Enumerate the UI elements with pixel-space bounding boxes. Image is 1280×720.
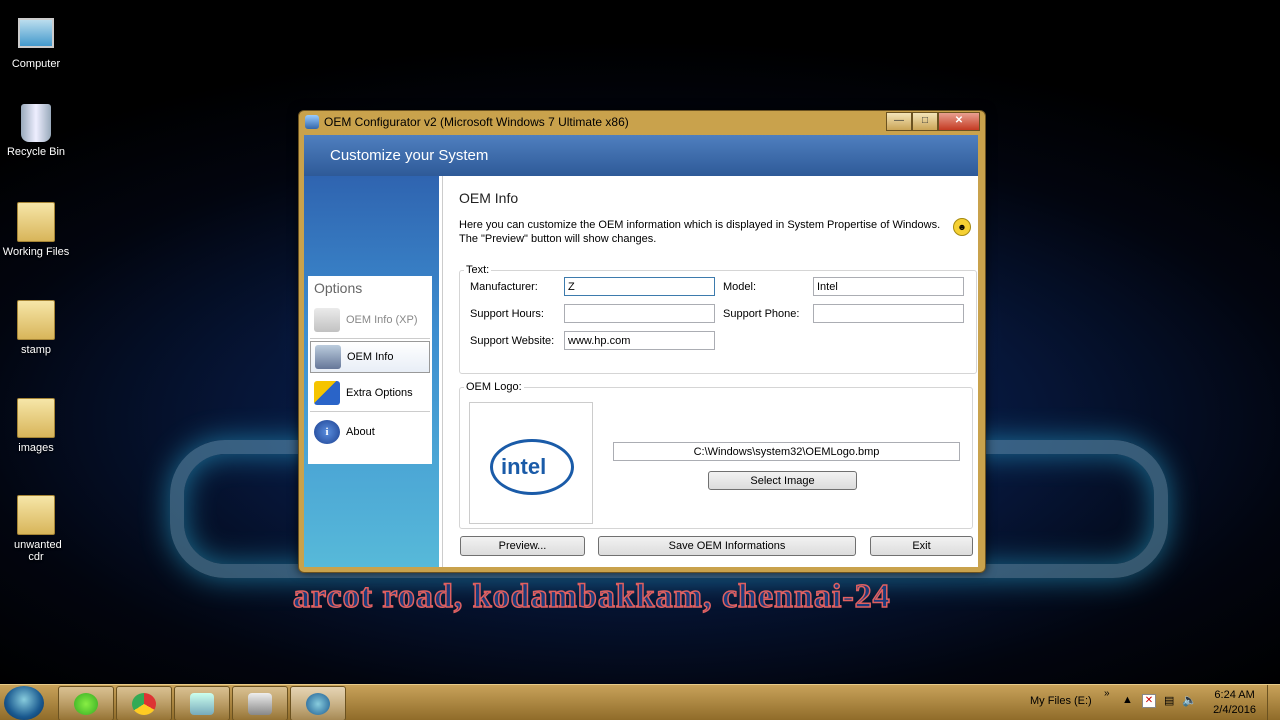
window-client: Customize your System Options OEM Info (… bbox=[304, 135, 978, 567]
maximize-button[interactable]: □ bbox=[912, 112, 938, 131]
explorer-icon bbox=[190, 693, 214, 715]
desktop-icon-unwanted-cdr[interactable]: unwanted cdr bbox=[0, 495, 72, 563]
blocks-icon bbox=[314, 381, 340, 405]
folder-icon bbox=[17, 202, 55, 242]
support-website-label: Support Website: bbox=[470, 335, 555, 347]
desktop-icon-stamp[interactable]: stamp bbox=[0, 300, 72, 356]
cdr-app-icon bbox=[74, 693, 98, 715]
manufacturer-input[interactable]: Z bbox=[564, 277, 715, 296]
description: Here you can customize the OEM informati… bbox=[459, 218, 959, 246]
show-hidden-icons-icon[interactable]: ▲ bbox=[1122, 694, 1133, 706]
option-label: About bbox=[346, 426, 375, 438]
folder-icon bbox=[17, 398, 55, 438]
model-label: Model: bbox=[723, 281, 757, 293]
camera-app-icon bbox=[248, 693, 272, 715]
wallpaper-caption: arcot road, kodambakkam, chennai-24 bbox=[292, 577, 891, 616]
option-oem-info[interactable]: OEM Info bbox=[310, 341, 430, 373]
option-about[interactable]: i About bbox=[310, 414, 430, 450]
description-line: Here you can customize the OEM informati… bbox=[459, 219, 941, 231]
option-label: Extra Options bbox=[346, 387, 413, 399]
desktop-icon-label: stamp bbox=[21, 344, 51, 356]
taskbar-item-camera[interactable] bbox=[232, 686, 288, 720]
taskbar: My Files (E:) » ▲ ✕ ▤ 🔈 6:24 AM 2/4/2016 bbox=[0, 684, 1280, 720]
desktop-icon-computer[interactable]: Computer bbox=[0, 14, 72, 70]
support-hours-label: Support Hours: bbox=[470, 308, 544, 320]
support-phone-label: Support Phone: bbox=[723, 308, 800, 320]
intel-logo-image: intel bbox=[490, 439, 574, 495]
select-image-button[interactable]: Select Image bbox=[708, 471, 857, 490]
desktop-icon-label: Recycle Bin bbox=[6, 146, 66, 158]
model-input[interactable]: Intel bbox=[813, 277, 964, 296]
support-website-input[interactable]: www.hp.com bbox=[564, 331, 715, 350]
clock-time: 6:24 AM bbox=[1214, 689, 1255, 701]
monitor-icon bbox=[315, 345, 341, 369]
option-extra-options[interactable]: Extra Options bbox=[310, 375, 430, 412]
info-icon: i bbox=[314, 420, 340, 444]
logo-preview: intel bbox=[469, 402, 593, 524]
taskbar-item-cdr[interactable] bbox=[58, 686, 114, 720]
preview-button[interactable]: Preview... bbox=[460, 536, 585, 556]
window-controls: — □ ✕ bbox=[886, 112, 980, 131]
volume-icon[interactable]: 🔈 bbox=[1182, 693, 1197, 707]
title-bar[interactable]: OEM Configurator v2 (Microsoft Windows 7… bbox=[299, 111, 985, 133]
action-center-icon[interactable]: ✕ bbox=[1142, 694, 1156, 708]
description-line: The "Preview" button will show changes. bbox=[459, 233, 657, 245]
desktop-icon-label: images bbox=[18, 442, 54, 454]
desktop-icon-label: unwanted cdr bbox=[14, 539, 62, 563]
options-panel: Options OEM Info (XP) OEM Info Extra Opt… bbox=[308, 276, 432, 464]
show-desktop-button[interactable] bbox=[1267, 685, 1280, 720]
option-oem-info-xp[interactable]: OEM Info (XP) bbox=[310, 302, 430, 339]
logo-path-field[interactable]: C:\Windows\system32\OEMLogo.bmp bbox=[613, 442, 960, 461]
desktop-icon-working-files[interactable]: Working Files bbox=[0, 202, 72, 258]
logo-text: intel bbox=[501, 454, 547, 479]
option-label: OEM Info bbox=[347, 351, 394, 363]
manufacturer-label: Manufacturer: bbox=[470, 281, 538, 293]
network-icon[interactable]: ▤ bbox=[1164, 694, 1174, 707]
app-icon bbox=[305, 115, 319, 129]
computer-icon bbox=[18, 18, 54, 48]
clock-date: 2/4/2016 bbox=[1213, 704, 1256, 716]
oem-logo-group-label: OEM Logo: bbox=[466, 381, 522, 393]
save-oem-button[interactable]: Save OEM Informations bbox=[598, 536, 856, 556]
chrome-icon bbox=[132, 693, 156, 715]
desktop-icon-label: Working Files bbox=[2, 246, 70, 258]
chevron-right-icon[interactable]: » bbox=[1104, 688, 1110, 699]
options-title: Options bbox=[314, 280, 363, 296]
text-group-label: Text: bbox=[466, 264, 490, 276]
toolbar-label[interactable]: My Files (E:) bbox=[1030, 695, 1092, 707]
section-heading: OEM Info bbox=[459, 190, 519, 206]
start-orb-icon[interactable] bbox=[4, 686, 44, 720]
close-button[interactable]: ✕ bbox=[938, 112, 980, 131]
exit-button[interactable]: Exit bbox=[870, 536, 973, 556]
oem-configurator-window: OEM Configurator v2 (Microsoft Windows 7… bbox=[298, 110, 986, 573]
taskbar-item-explorer[interactable] bbox=[174, 686, 230, 720]
desktop-icon-images[interactable]: images bbox=[0, 398, 72, 454]
recycle-bin-icon bbox=[21, 104, 51, 142]
clock[interactable]: 6:24 AM 2/4/2016 bbox=[1213, 688, 1256, 718]
cool-smiley-icon: ☻ bbox=[953, 218, 971, 236]
desktop-icon-label: Computer bbox=[11, 58, 61, 70]
sidebar: Options OEM Info (XP) OEM Info Extra Opt… bbox=[304, 176, 439, 567]
minimize-button[interactable]: — bbox=[886, 112, 912, 131]
desktop: Computer Recycle Bin Working Files stamp… bbox=[0, 0, 1280, 684]
taskbar-item-chrome[interactable] bbox=[116, 686, 172, 720]
folder-icon bbox=[17, 495, 55, 535]
page-header: Customize your System bbox=[304, 135, 978, 176]
main-panel: OEM Info Here you can customize the OEM … bbox=[442, 176, 978, 567]
oem-configurator-icon bbox=[306, 693, 330, 715]
option-label: OEM Info (XP) bbox=[346, 314, 418, 326]
folder-icon bbox=[17, 300, 55, 340]
system-tray: My Files (E:) » ▲ ✕ ▤ 🔈 6:24 AM 2/4/2016 bbox=[1020, 685, 1280, 720]
support-phone-input[interactable] bbox=[813, 304, 964, 323]
window-title: OEM Configurator v2 (Microsoft Windows 7… bbox=[324, 115, 629, 129]
support-hours-input[interactable] bbox=[564, 304, 715, 323]
taskbar-item-oem-configurator[interactable] bbox=[290, 686, 346, 720]
desktop-icon-recycle-bin[interactable]: Recycle Bin bbox=[0, 104, 72, 158]
computer-icon bbox=[314, 308, 340, 332]
